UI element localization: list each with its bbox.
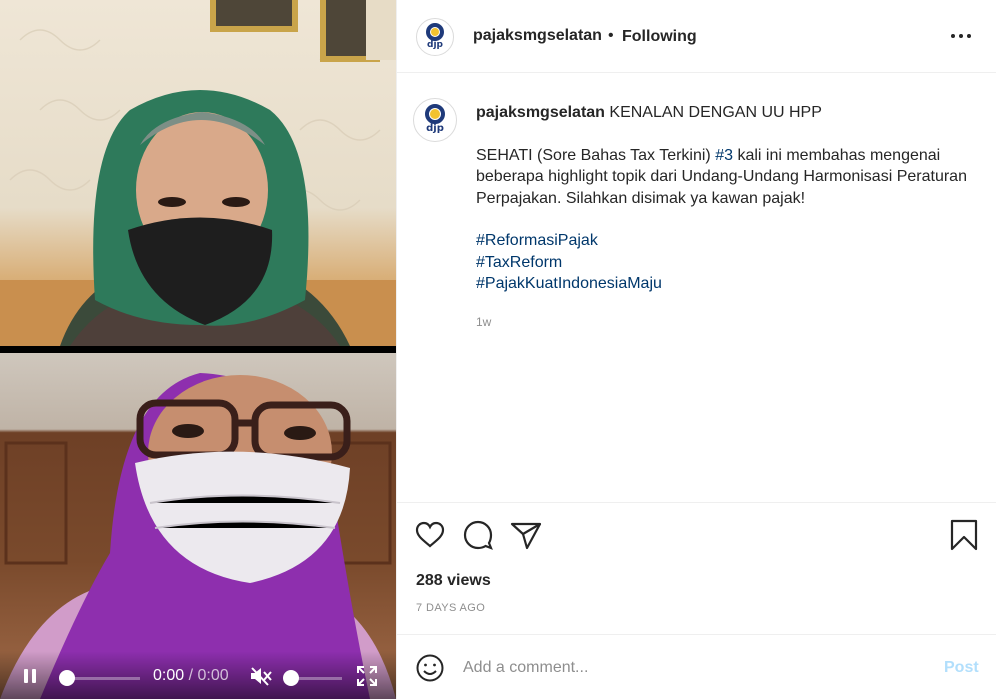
post-panel: djp pajaksmgselatan • Following djp paja… [396, 0, 996, 699]
avatar[interactable]: djp [416, 18, 454, 56]
caption-username[interactable]: pajaksmgselatan [476, 104, 605, 121]
post-header: djp pajaksmgselatan • Following [397, 0, 996, 73]
hashtag-list: #ReformasiPajak #TaxReform #PajakKuatInd… [476, 230, 976, 295]
video-tile-bottom [0, 353, 396, 699]
caption-age[interactable]: 1w [476, 315, 491, 329]
header-separator: • [608, 27, 614, 44]
current-time: 0:00 [153, 667, 185, 684]
caption-title: KENALAN DENGAN UU HPP [604, 104, 822, 121]
header-username[interactable]: pajaksmgselatan [473, 27, 602, 45]
duration: 0:00 [197, 667, 229, 684]
more-horizontal-icon[interactable] [951, 26, 975, 46]
caption-body: SEHATI (Sore Bahas Tax Terkini) #3 kali … [476, 145, 976, 210]
hashtag-link[interactable]: #TaxReform [476, 252, 976, 274]
hashtag-link[interactable]: #3 [715, 147, 733, 164]
caption-avatar-logo-text: djp [426, 123, 444, 134]
time-separator: / [184, 667, 198, 684]
speaker-muted-icon[interactable] [250, 666, 272, 686]
time-display: 0:00 / 0:00 [153, 667, 229, 685]
volume-handle[interactable] [283, 670, 299, 686]
smiley-icon[interactable] [416, 654, 444, 682]
caption-title-line: pajaksmgselatan KENALAN DENGAN UU HPP [476, 102, 976, 124]
video-controls: 0:00 / 0:00 [0, 651, 396, 699]
hashtag-link[interactable]: #ReformasiPajak [476, 230, 976, 252]
avatar-logo-text: djp [427, 40, 443, 50]
video-player[interactable]: 0:00 / 0:00 [0, 0, 396, 699]
video-tile-top [0, 0, 396, 346]
bookmark-icon[interactable] [948, 519, 980, 551]
caption-avatar[interactable]: djp [413, 98, 457, 142]
participant-bottom-image [0, 373, 396, 699]
heart-icon[interactable] [414, 519, 446, 551]
comment-bar: Post [397, 634, 996, 699]
seek-handle[interactable] [59, 670, 75, 686]
comment-bubble-icon[interactable] [462, 519, 494, 551]
post-actions: 288 views 7 DAYS AGO [397, 502, 996, 634]
view-count[interactable]: 288 views [416, 572, 491, 590]
following-button[interactable]: Following [622, 28, 697, 46]
post-timestamp[interactable]: 7 DAYS AGO [416, 602, 485, 614]
post-comment-button[interactable]: Post [944, 659, 979, 677]
hashtag-link[interactable]: #PajakKuatIndonesiaMaju [476, 273, 976, 295]
pause-icon[interactable] [21, 667, 39, 685]
post-caption: pajaksmgselatan KENALAN DENGAN UU HPP SE… [476, 102, 976, 295]
paper-plane-icon[interactable] [510, 519, 542, 551]
fullscreen-icon[interactable] [357, 666, 377, 686]
participant-top-image [0, 0, 396, 346]
comment-input[interactable] [463, 655, 923, 681]
caption-body-start: SEHATI (Sore Bahas Tax Terkini) [476, 146, 716, 164]
